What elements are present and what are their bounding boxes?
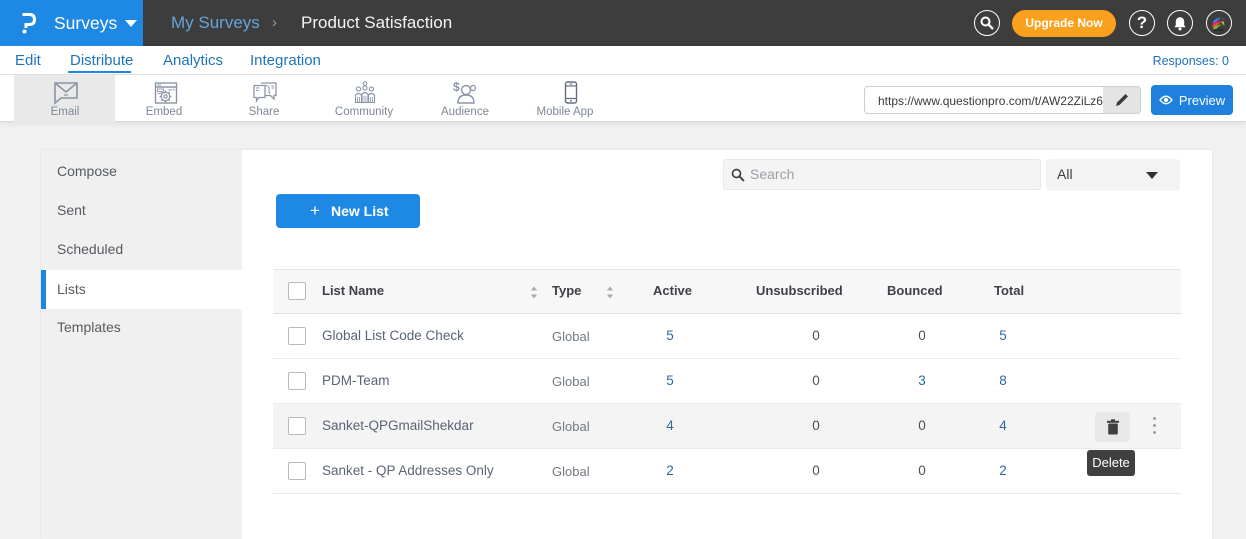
svg-text:$: $ (453, 81, 460, 94)
